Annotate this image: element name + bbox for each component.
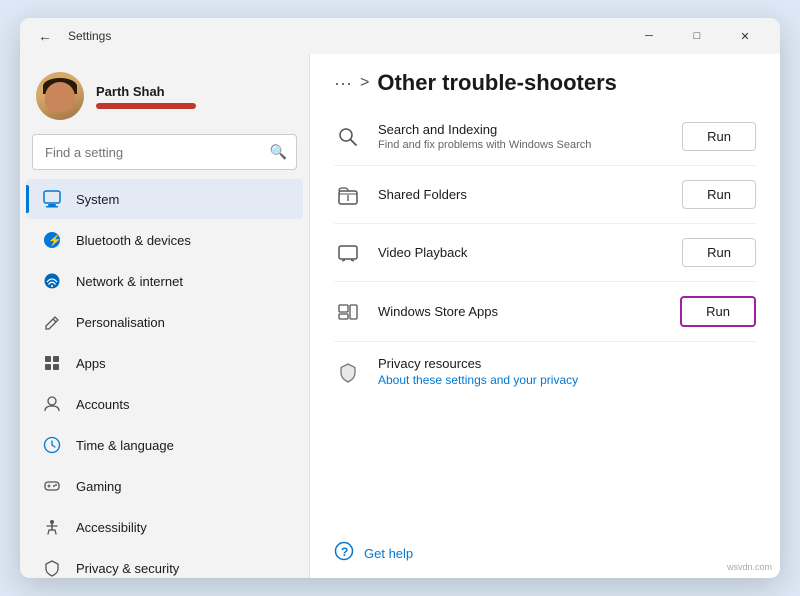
privacy-icon [42,558,62,578]
nav-items: System ⚡ Bluetooth & devices [20,178,309,578]
search-input[interactable] [32,134,297,170]
privacy-resources-icon [334,362,362,384]
main-content: Parth Shah 🔍 [20,54,780,578]
windows-store-text: Windows Store Apps [378,304,664,319]
avatar-face [45,82,75,112]
video-playback-icon [334,242,362,264]
apps-label: Apps [76,356,106,371]
troubleshooter-windows-store: Windows Store Apps Run [334,282,756,342]
breadcrumb-separator: > [360,74,369,92]
shared-folders-icon [334,184,362,206]
shared-folders-text: Shared Folders [378,187,666,202]
video-playback-run-button[interactable]: Run [682,238,756,267]
privacy-resources-text: Privacy resources About these settings a… [378,356,756,389]
watermark: wsvdn.com [727,562,772,572]
personalisation-icon [42,312,62,332]
sidebar-item-bluetooth[interactable]: ⚡ Bluetooth & devices [26,220,303,260]
user-profile[interactable]: Parth Shah [20,62,309,134]
windows-store-title: Windows Store Apps [378,304,664,319]
breadcrumb-dots[interactable]: ··· [334,73,352,94]
gaming-icon [42,476,62,496]
gaming-label: Gaming [76,479,122,494]
troubleshooter-shared-folders: Shared Folders Run [334,166,756,224]
sidebar: Parth Shah 🔍 [20,54,310,578]
video-playback-text: Video Playback [378,245,666,260]
personalisation-label: Personalisation [76,315,165,330]
troubleshooter-video-playback: Video Playback Run [334,224,756,282]
panel-header: ··· > Other trouble-shooters [310,54,780,104]
user-subtitle [96,103,196,109]
get-help-icon: ? [334,541,354,566]
user-name: Parth Shah [96,84,196,99]
privacy-label: Privacy & security [76,561,179,576]
settings-window: ← Settings ─ □ ✕ Parth Shah [20,18,780,578]
titlebar-left: ← Settings [32,26,111,46]
privacy-resources-title: Privacy resources [378,356,756,371]
get-help-link[interactable]: Get help [364,546,413,561]
windows-store-run-button[interactable]: Run [680,296,756,327]
time-label: Time & language [76,438,174,453]
windows-store-icon [334,301,362,323]
sidebar-item-accounts[interactable]: Accounts [26,384,303,424]
sidebar-item-accessibility[interactable]: Accessibility [26,507,303,547]
search-indexing-run-button[interactable]: Run [682,122,756,151]
apps-icon [42,353,62,373]
accounts-icon [42,394,62,414]
page-title: Other trouble-shooters [377,70,617,96]
titlebar-controls: ─ □ ✕ [626,20,768,52]
sidebar-item-privacy[interactable]: Privacy & security [26,548,303,578]
sidebar-item-network[interactable]: Network & internet [26,261,303,301]
accounts-label: Accounts [76,397,129,412]
bluetooth-label: Bluetooth & devices [76,233,191,248]
sidebar-item-time[interactable]: Time & language [26,425,303,465]
shared-folders-run-button[interactable]: Run [682,180,756,209]
search-box: 🔍 [32,134,297,170]
svg-text:⚡: ⚡ [48,234,61,247]
troubleshooter-search-indexing: Search and Indexing Find and fix problem… [334,108,756,166]
bluetooth-icon: ⚡ [42,230,62,250]
svg-text:?: ? [341,545,348,559]
accessibility-icon [42,517,62,537]
system-icon [42,189,62,209]
back-button[interactable]: ← [32,26,58,46]
accessibility-label: Accessibility [76,520,147,535]
search-indexing-text: Search and Indexing Find and fix problem… [378,122,666,151]
window-title: Settings [68,29,111,43]
privacy-resources-item: Privacy resources About these settings a… [334,342,756,403]
right-panel: ··· > Other trouble-shooters Search and … [310,54,780,578]
privacy-resources-link[interactable]: About these settings and your privacy [378,373,578,387]
search-indexing-desc: Find and fix problems with Windows Searc… [378,139,666,151]
video-playback-title: Video Playback [378,245,666,260]
sidebar-item-system[interactable]: System [26,179,303,219]
system-label: System [76,192,119,207]
maximize-button[interactable]: □ [674,20,720,52]
shared-folders-title: Shared Folders [378,187,666,202]
sidebar-item-personalisation[interactable]: Personalisation [26,302,303,342]
titlebar: ← Settings ─ □ ✕ [20,18,780,54]
time-icon [42,435,62,455]
network-icon [42,271,62,291]
search-indexing-title: Search and Indexing [378,122,666,137]
minimize-button[interactable]: ─ [626,20,672,52]
avatar [36,72,84,120]
search-indexing-icon [334,126,362,148]
get-help-section: ? Get help [310,533,780,578]
panel-body: Search and Indexing Find and fix problem… [310,104,780,533]
close-button[interactable]: ✕ [722,20,768,52]
sidebar-item-apps[interactable]: Apps [26,343,303,383]
network-label: Network & internet [76,274,183,289]
sidebar-item-gaming[interactable]: Gaming [26,466,303,506]
user-info: Parth Shah [96,84,196,109]
